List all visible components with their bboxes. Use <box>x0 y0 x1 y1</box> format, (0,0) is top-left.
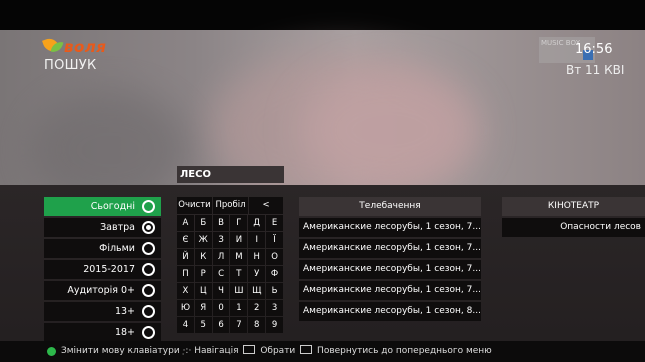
keyboard-key[interactable]: Ї <box>266 232 283 248</box>
tv-result-item[interactable]: Американские лесорубы, 1 сезон, 7... <box>299 281 481 300</box>
keyboard-key[interactable]: Х <box>177 283 194 299</box>
keyboard-key[interactable]: І <box>248 232 266 248</box>
keyboard-key[interactable]: М <box>230 249 248 265</box>
keyboard-key[interactable]: З <box>212 232 230 248</box>
filter-label: 13+ <box>114 306 135 317</box>
ok-key-icon <box>243 345 256 354</box>
filter-label: Сьогодні <box>90 201 135 212</box>
date: Вт 11 КВІ <box>566 63 625 77</box>
filter-item[interactable]: Аудиторія 0+ <box>44 281 161 300</box>
keyboard-key[interactable]: Ц <box>194 283 212 299</box>
keyboard-key[interactable]: Г <box>230 215 248 231</box>
keyboard-key[interactable]: Й <box>177 249 194 265</box>
hint-navigation: Навігація <box>194 346 239 356</box>
keyboard-key[interactable]: Ш <box>230 283 248 299</box>
cinema-results-column: КІНОТЕАТР Опасности лесов <box>502 197 645 239</box>
keyboard-key[interactable]: 2 <box>248 300 266 316</box>
green-button-icon <box>47 347 56 356</box>
tv-result-item[interactable]: Американские лесорубы, 1 сезон, 7... <box>299 218 481 237</box>
volia-logo: воля <box>42 36 124 56</box>
radio-icon <box>142 284 155 297</box>
keyboard-key[interactable]: Ю <box>177 300 194 316</box>
cinema-results-header: КІНОТЕАТР <box>502 197 645 216</box>
radio-icon <box>142 305 155 318</box>
tv-search-screen: воля ПОШУК MUSIC BOX 16:56 Вт 11 КВІ ЛЕС… <box>0 0 645 362</box>
keyboard-key[interactable]: С <box>212 266 230 282</box>
keyboard-key[interactable]: Щ <box>248 283 266 299</box>
filter-list: Сьогодні Завтра Фільми 2015-2017 Аудиторія 0… <box>44 197 161 344</box>
filter-label: Аудиторія 0+ <box>67 285 135 296</box>
keyboard-key[interactable]: 1 <box>230 300 248 316</box>
filter-label: 2015-2017 <box>83 264 135 275</box>
filter-label: 18+ <box>114 327 135 338</box>
keyboard-key[interactable]: Е <box>266 215 283 231</box>
tv-result-item[interactable]: Американские лесорубы, 1 сезон, 8... <box>299 302 481 321</box>
cinema-result-item[interactable]: Опасности лесов <box>502 218 645 237</box>
keyboard-key[interactable]: 6 <box>212 317 230 333</box>
radio-icon <box>142 263 155 276</box>
space-key[interactable]: Пробіл <box>213 197 248 214</box>
clear-key[interactable]: Очисти <box>177 197 212 214</box>
back-key-icon <box>300 345 313 354</box>
keyboard-key[interactable]: 9 <box>266 317 283 333</box>
radio-icon <box>142 221 155 234</box>
keyboard-key[interactable]: Ф <box>266 266 283 282</box>
filter-item[interactable]: 2015-2017 <box>44 260 161 279</box>
keyboard-key[interactable]: Д <box>248 215 266 231</box>
filter-item[interactable]: 18+ <box>44 323 161 342</box>
keyboard-key[interactable]: 3 <box>266 300 283 316</box>
tv-result-item[interactable]: Американские лесорубы, 1 сезон, 7... <box>299 239 481 258</box>
keyboard-key[interactable]: О <box>266 249 283 265</box>
keyboard-key[interactable]: 4 <box>177 317 194 333</box>
radio-icon <box>142 200 155 213</box>
keyboard-key[interactable]: Є <box>177 232 194 248</box>
filter-item[interactable]: 13+ <box>44 302 161 321</box>
keyboard-key[interactable]: Р <box>194 266 212 282</box>
keyboard-key[interactable]: Ч <box>212 283 230 299</box>
clock: 16:56 <box>575 42 613 57</box>
radio-icon <box>142 242 155 255</box>
keyboard-key[interactable]: 5 <box>194 317 212 333</box>
tv-result-item[interactable]: Американские лесорубы, 1 сезон, 7... <box>299 260 481 279</box>
filter-item[interactable]: Завтра <box>44 218 161 237</box>
filter-item[interactable]: Фільми <box>44 239 161 258</box>
tv-results-header: Телебачення <box>299 197 481 216</box>
top-letterbox <box>0 0 645 30</box>
keyboard-key[interactable]: А <box>177 215 194 231</box>
keyboard-key[interactable]: И <box>230 232 248 248</box>
keyboard-key[interactable]: Ж <box>194 232 212 248</box>
page-title: ПОШУК <box>44 58 97 73</box>
logo-text: воля <box>64 38 107 56</box>
hint-select: Обрати <box>260 346 296 356</box>
keyboard-key[interactable]: К <box>194 249 212 265</box>
keyboard-key[interactable]: 8 <box>248 317 266 333</box>
hint-back: Повернутись до попереднього меню <box>317 346 492 356</box>
search-input[interactable]: ЛЕСО <box>177 166 284 183</box>
keyboard-key[interactable]: У <box>248 266 266 282</box>
onscreen-keyboard: Очисти Пробіл < АБВГДЕ ЄЖЗИІЇ ЙКЛМНО ПРСТУФ… <box>177 197 284 334</box>
keyboard-key[interactable]: 0 <box>212 300 230 316</box>
keyboard-key[interactable]: Н <box>248 249 266 265</box>
hint-bar: Змінити мову клавіатури ·̣:· Навігація О… <box>0 341 645 362</box>
navigation-arrows-icon: ·̣:· <box>182 346 192 356</box>
backspace-key[interactable]: < <box>249 197 283 214</box>
filter-label: Завтра <box>100 222 135 233</box>
keyboard-key[interactable]: Л <box>212 249 230 265</box>
filter-item[interactable]: Сьогодні <box>44 197 161 216</box>
keyboard-key[interactable]: Я <box>194 300 212 316</box>
keyboard-key[interactable]: Ь <box>266 283 283 299</box>
hint-change-keyboard: Змінити мову клавіатури <box>61 346 180 356</box>
radio-icon <box>142 326 155 339</box>
tv-results-column: Телебачення Американские лесорубы, 1 сез… <box>299 197 481 323</box>
keyboard-key[interactable]: Т <box>230 266 248 282</box>
keyboard-key[interactable]: 7 <box>230 317 248 333</box>
keyboard-key[interactable]: Б <box>194 215 212 231</box>
keyboard-key[interactable]: П <box>177 266 194 282</box>
keyboard-key[interactable]: В <box>212 215 230 231</box>
filter-label: Фільми <box>99 243 135 254</box>
